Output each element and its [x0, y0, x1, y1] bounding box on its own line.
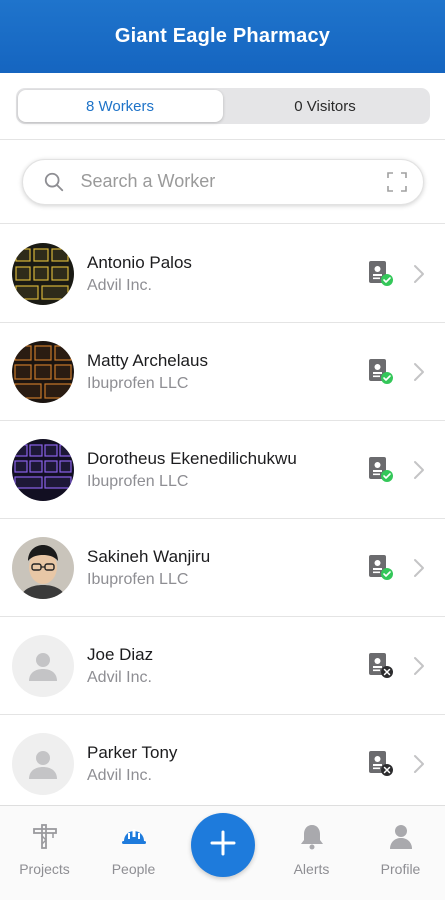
search-box [21, 158, 424, 205]
tab-alerts-label: Alerts [293, 861, 330, 877]
worker-row[interactable]: Parker Tony Advil Inc. [0, 715, 445, 805]
chevron-right-icon [413, 460, 427, 480]
worker-row[interactable]: Antonio Palos Advil Inc. [0, 225, 445, 323]
fab-slot [178, 806, 267, 900]
worker-name: Parker Tony [87, 742, 178, 762]
chevron-right-icon [413, 264, 427, 284]
search-input[interactable] [80, 171, 385, 192]
worker-info: Sakineh Wanjiru Ibuprofen LLC [87, 547, 367, 589]
tab-people[interactable]: People [89, 806, 178, 900]
worker-company: Advil Inc. [87, 276, 152, 294]
profile-icon [385, 820, 417, 852]
visitors-segment[interactable]: 0 Visitors [223, 90, 428, 122]
add-button[interactable] [190, 813, 255, 877]
plus-icon [210, 830, 236, 861]
tab-profile[interactable]: Profile [356, 806, 445, 900]
badge-unverified-icon [367, 749, 395, 779]
worker-info: Dorotheus Ekenedilichukwu Ibuprofen LLC [87, 449, 367, 491]
worker-name: Sakineh Wanjiru [87, 546, 211, 566]
hard-hat-icon [118, 820, 150, 852]
worker-company: Ibuprofen LLC [87, 570, 189, 588]
avatar [12, 732, 74, 795]
chevron-right-icon [413, 656, 427, 676]
tab-alerts[interactable]: Alerts [267, 806, 356, 900]
search-bar [0, 140, 445, 224]
avatar [12, 340, 74, 403]
tab-projects-label: Projects [19, 861, 70, 877]
tab-people-label: People [111, 861, 156, 877]
worker-company: Ibuprofen LLC [87, 374, 189, 392]
page-title: Giant Eagle Pharmacy [114, 25, 331, 47]
scan-icon[interactable] [385, 170, 409, 194]
worker-name: Matty Archelaus [87, 350, 208, 370]
segmented-control: 8 Workers 0 Visitors [15, 88, 430, 124]
tab-profile-label: Profile [380, 861, 421, 877]
segment-bar: 8 Workers 0 Visitors [0, 73, 445, 140]
chevron-right-icon [413, 754, 427, 774]
avatar [12, 536, 74, 599]
workers-segment[interactable]: 8 Workers [17, 90, 223, 122]
bell-icon [296, 820, 328, 852]
worker-row[interactable]: Matty Archelaus Ibuprofen LLC [0, 323, 445, 421]
badge-verified-icon [367, 455, 395, 485]
worker-info: Joe Diaz Advil Inc. [87, 645, 367, 687]
avatar [12, 242, 74, 305]
worker-row[interactable]: Joe Diaz Advil Inc. [0, 617, 445, 715]
app-header: Giant Eagle Pharmacy [0, 0, 445, 73]
worker-company: Advil Inc. [87, 766, 152, 784]
worker-info: Antonio Palos Advil Inc. [87, 253, 367, 295]
avatar [12, 634, 74, 697]
worker-name: Antonio Palos [87, 252, 192, 272]
worker-company: Advil Inc. [87, 668, 152, 686]
avatar [12, 438, 74, 501]
crane-icon [29, 820, 61, 852]
chevron-right-icon [413, 362, 427, 382]
worker-name: Joe Diaz [87, 644, 154, 664]
worker-info: Parker Tony Advil Inc. [87, 743, 367, 785]
worker-info: Matty Archelaus Ibuprofen LLC [87, 351, 367, 393]
chevron-right-icon [413, 558, 427, 578]
worker-row[interactable]: Sakineh Wanjiru Ibuprofen LLC [0, 519, 445, 617]
worker-list: Antonio Palos Advil Inc. Matty Archelaus Ib… [0, 225, 445, 805]
search-icon [43, 170, 67, 194]
badge-verified-icon [367, 259, 395, 289]
worker-name: Dorotheus Ekenedilichukwu [87, 448, 297, 468]
badge-unverified-icon [367, 651, 395, 681]
tab-bar: Projects People Alerts Profile [0, 805, 445, 900]
badge-verified-icon [367, 553, 395, 583]
badge-verified-icon [367, 357, 395, 387]
tab-projects[interactable]: Projects [0, 806, 89, 900]
worker-company: Ibuprofen LLC [87, 472, 189, 490]
worker-row[interactable]: Dorotheus Ekenedilichukwu Ibuprofen LLC [0, 421, 445, 519]
